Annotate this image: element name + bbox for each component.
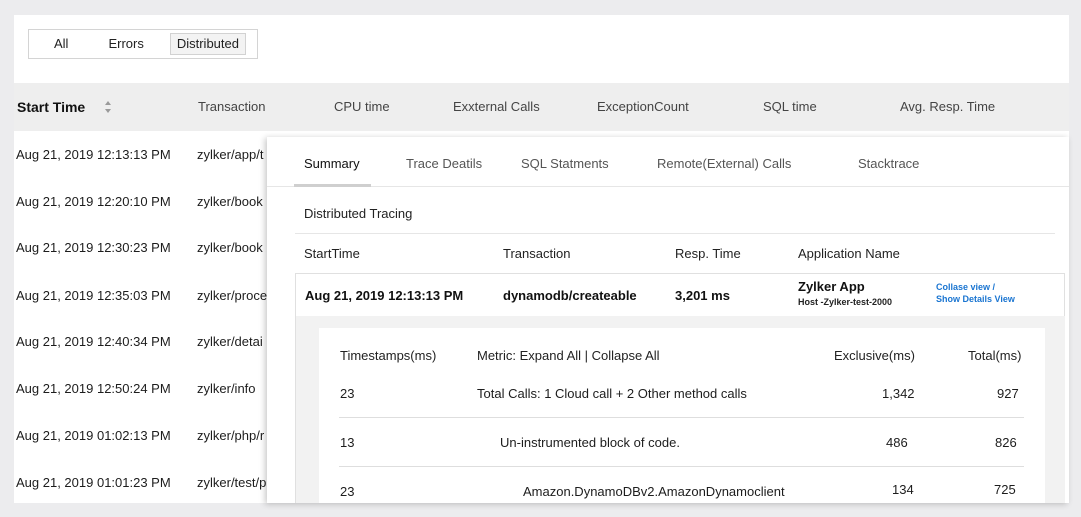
transaction-detail-panel: Summary Trace Deatils SQL Statments Remo… xyxy=(267,137,1069,503)
filter-segmented-control: All Errors Distributed xyxy=(28,29,258,59)
metrics-header-exclusive: Exclusive(ms) xyxy=(834,348,915,363)
metrics-header-timestamps: Timestamps(ms) xyxy=(340,348,437,363)
tab-trace-details[interactable]: Trace Deatils xyxy=(406,137,482,187)
transactions-table-header: Start Time Transaction CPU time Exxterna… xyxy=(14,83,1069,131)
filter-distributed-button[interactable]: Distributed xyxy=(169,33,246,55)
column-start-time[interactable]: Start Time xyxy=(17,83,85,131)
metric-exclusive: 1,342 xyxy=(882,386,915,401)
tab-stacktrace[interactable]: Stacktrace xyxy=(858,137,919,187)
metrics-header-metric[interactable]: Metric: Expand All | Collapse All xyxy=(477,348,660,363)
row-transaction[interactable]: zylker/app/t xyxy=(197,131,263,178)
metric-timestamp: 13 xyxy=(340,435,355,450)
distributed-trace-row[interactable]: Aug 21, 2019 12:13:13 PM dynamodb/create… xyxy=(295,273,1065,316)
method-table: Timestamps(ms) Metric: Expand All | Coll… xyxy=(319,328,1045,503)
metric-row[interactable]: 13 Un-instrumented block of code. 486 82… xyxy=(319,418,1045,467)
column-avg-resp-time[interactable]: Avg. Resp. Time xyxy=(900,83,995,131)
column-cpu-time[interactable]: CPU time xyxy=(334,83,390,131)
metric-exclusive: 486 xyxy=(886,435,908,450)
tab-remote-calls[interactable]: Remote(External) Calls xyxy=(657,137,791,187)
row-transaction[interactable]: zylker/detai xyxy=(197,318,263,365)
metric-exclusive: 134 xyxy=(892,482,914,497)
collapse-view-link[interactable]: Collase view / xyxy=(936,282,995,292)
column-external-calls[interactable]: Exxternal Calls xyxy=(453,83,540,131)
tab-sql-statements[interactable]: SQL Statments xyxy=(521,137,609,187)
row-transaction[interactable]: zylker/php/r xyxy=(197,412,264,459)
tab-summary[interactable]: Summary xyxy=(304,137,360,187)
dt-header-starttime: StartTime xyxy=(304,246,360,261)
column-exception-count[interactable]: ExceptionCount xyxy=(597,83,689,131)
metric-timestamp: 23 xyxy=(340,386,355,401)
metric-total: 826 xyxy=(995,435,1017,450)
dt-start-time: Aug 21, 2019 12:13:13 PM xyxy=(305,288,464,303)
dt-header-transaction: Transaction xyxy=(503,246,571,261)
dt-application-name: Zylker App xyxy=(798,279,865,294)
dt-header-application: Application Name xyxy=(798,246,900,261)
method-detail-container: Timestamps(ms) Metric: Expand All | Coll… xyxy=(295,316,1065,503)
metric-total: 927 xyxy=(997,386,1019,401)
sort-icon[interactable] xyxy=(104,100,112,114)
row-start-time: Aug 21, 2019 01:01:23 PM xyxy=(16,475,171,490)
metric-row[interactable]: 23 Total Calls: 1 Cloud call + 2 Other m… xyxy=(319,369,1045,418)
row-start-time: Aug 21, 2019 12:13:13 PM xyxy=(16,147,171,162)
dt-host: Host -Zylker-test-2000 xyxy=(798,297,893,307)
column-transaction[interactable]: Transaction xyxy=(198,83,265,131)
metrics-header-total: Total(ms) xyxy=(968,348,1022,363)
filter-errors-button[interactable]: Errors xyxy=(102,33,149,55)
row-transaction[interactable]: zylker/book xyxy=(197,178,263,225)
row-transaction[interactable]: zylker/info xyxy=(197,365,256,412)
metric-total: 725 xyxy=(994,482,1016,497)
detail-tabs: Summary Trace Deatils SQL Statments Remo… xyxy=(267,137,1069,187)
filter-all-button[interactable]: All xyxy=(48,33,74,55)
dt-header-resp-time: Resp. Time xyxy=(675,246,741,261)
row-start-time: Aug 21, 2019 01:02:13 PM xyxy=(16,428,171,443)
column-sql-time[interactable]: SQL time xyxy=(763,83,817,131)
dt-resp-time: 3,201 ms xyxy=(675,288,730,303)
divider xyxy=(295,233,1055,234)
dt-transaction: dynamodb/createable xyxy=(503,288,637,303)
metric-name: Total Calls: 1 Cloud call + 2 Other meth… xyxy=(477,386,747,401)
row-start-time: Aug 21, 2019 12:40:34 PM xyxy=(16,334,171,349)
metric-timestamp: 23 xyxy=(340,484,355,499)
row-transaction[interactable]: zylker/test/p xyxy=(197,459,266,503)
metric-row[interactable]: 23 Amazon.DynamoDBv2.AmazonDynamoclient … xyxy=(319,467,1045,503)
filter-card: All Errors Distributed xyxy=(14,15,1069,83)
row-start-time: Aug 21, 2019 12:50:24 PM xyxy=(16,381,171,396)
row-transaction[interactable]: zylker/proce xyxy=(197,272,267,319)
distributed-tracing-title: Distributed Tracing xyxy=(304,206,413,221)
row-start-time: Aug 21, 2019 12:35:03 PM xyxy=(16,288,171,303)
active-tab-indicator xyxy=(294,184,371,187)
show-details-view-link[interactable]: Show Details View xyxy=(936,294,1015,304)
row-start-time: Aug 21, 2019 12:20:10 PM xyxy=(16,194,171,209)
metric-name: Amazon.DynamoDBv2.AmazonDynamoclient xyxy=(523,484,785,499)
row-start-time: Aug 21, 2019 12:30:23 PM xyxy=(16,240,171,255)
row-transaction[interactable]: zylker/book xyxy=(197,224,263,271)
metric-name: Un-instrumented block of code. xyxy=(500,435,680,450)
